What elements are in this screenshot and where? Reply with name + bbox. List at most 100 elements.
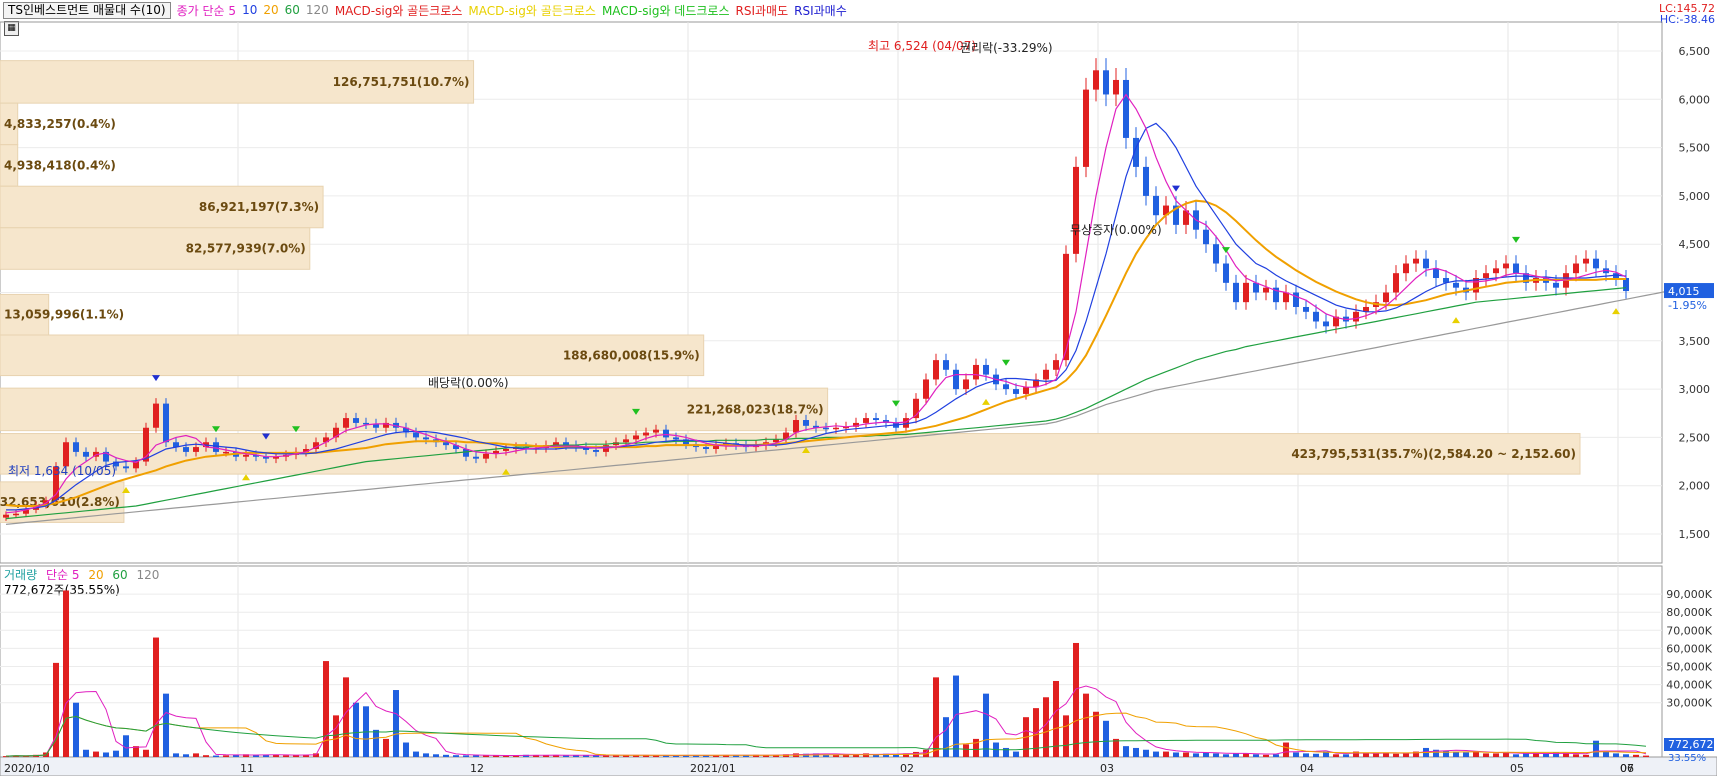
volume-bar bbox=[113, 750, 119, 757]
volume-profile-label: 221,268,023(18.7%) bbox=[687, 402, 824, 416]
volume-bar bbox=[473, 755, 479, 757]
candle bbox=[1563, 273, 1569, 288]
signal-arrow-icon bbox=[122, 486, 130, 493]
candle bbox=[1173, 205, 1179, 225]
candle bbox=[33, 505, 39, 510]
volume-bar bbox=[823, 754, 829, 757]
candle bbox=[253, 454, 259, 457]
candle bbox=[1263, 287, 1269, 293]
volume-bar bbox=[673, 755, 679, 757]
volume-bar bbox=[1273, 754, 1279, 757]
candle bbox=[123, 466, 129, 469]
candle bbox=[1573, 263, 1579, 274]
candle bbox=[43, 500, 49, 506]
candle bbox=[1473, 278, 1479, 293]
volume-bar bbox=[953, 675, 959, 757]
volume-bar bbox=[1353, 751, 1359, 757]
volume-bar bbox=[873, 754, 879, 757]
y-tick-label: 4,000 bbox=[1679, 287, 1711, 300]
candle bbox=[103, 451, 109, 462]
volume-bar bbox=[903, 753, 909, 757]
candle bbox=[443, 442, 449, 446]
candle bbox=[213, 442, 219, 452]
candle bbox=[153, 403, 159, 428]
volume-bar bbox=[1043, 697, 1049, 757]
rights-ex-annotation: 권리락(-33.29%) bbox=[960, 41, 1053, 55]
signal-arrow-icon bbox=[1512, 236, 1520, 243]
candle bbox=[313, 442, 319, 450]
candle bbox=[763, 442, 769, 446]
volume-bar bbox=[783, 754, 789, 757]
volume-bar bbox=[353, 702, 359, 757]
signal-arrow-icon bbox=[802, 447, 810, 454]
stock-chart[interactable]: 2020/10 11 12 2021/01 02 03 04 05 0607 1,500 2,000… bbox=[0, 0, 1717, 776]
volume-bar bbox=[593, 755, 599, 757]
grid-icon[interactable]: ▦ bbox=[4, 21, 19, 36]
volume-bar bbox=[143, 749, 149, 757]
volume-bar bbox=[683, 755, 689, 757]
low-annotation: 최저 1,634 (10/05) bbox=[8, 464, 116, 478]
volume-bar bbox=[1453, 751, 1459, 757]
volume-bar bbox=[1243, 753, 1249, 757]
volume-bar bbox=[323, 661, 329, 757]
volume-bar bbox=[793, 753, 799, 757]
candle bbox=[953, 369, 959, 390]
volume-bar bbox=[933, 677, 939, 757]
candle bbox=[83, 451, 89, 457]
volume-bar bbox=[613, 755, 619, 757]
candle bbox=[1493, 268, 1499, 274]
candle bbox=[1043, 369, 1049, 380]
volume-bar bbox=[1643, 755, 1649, 757]
volume-bar bbox=[1333, 754, 1339, 757]
volume-bar bbox=[373, 729, 379, 757]
volume-bar bbox=[603, 754, 609, 757]
y-tick-label: 1,500 bbox=[1679, 528, 1711, 541]
volume-bar bbox=[1443, 750, 1449, 757]
current-price-box bbox=[1664, 283, 1714, 299]
volume-profile-bar bbox=[0, 185, 324, 229]
y-tick-label: 2,000 bbox=[1679, 480, 1711, 493]
candle bbox=[223, 451, 229, 454]
candle bbox=[473, 456, 479, 459]
volume-bar bbox=[1223, 754, 1229, 757]
candle bbox=[453, 445, 459, 450]
volume-profile-label: 188,680,008(15.9%) bbox=[563, 348, 700, 362]
volume-bar bbox=[853, 754, 859, 757]
legend-item: 20 bbox=[263, 3, 279, 17]
current-volume-label: 772,672 bbox=[1668, 738, 1714, 751]
candle bbox=[1353, 311, 1359, 322]
volume-bar bbox=[643, 755, 649, 757]
legend-item: RSI과매수 bbox=[794, 3, 847, 18]
candle bbox=[533, 448, 539, 450]
x-tick-label: 04 bbox=[1300, 762, 1314, 775]
volume-profile-label: 86,921,197(7.3%) bbox=[199, 200, 319, 214]
volume-bar bbox=[303, 754, 309, 757]
candle bbox=[783, 432, 789, 440]
volume-bar bbox=[1383, 752, 1389, 757]
volume-bar bbox=[1093, 711, 1099, 757]
candle bbox=[653, 429, 659, 433]
candle bbox=[183, 447, 189, 452]
chart-title[interactable]: TS인베스트먼트 매물대 수(10) bbox=[3, 1, 171, 19]
candle bbox=[1503, 263, 1509, 269]
volume-bar bbox=[1253, 754, 1259, 757]
volume-bar bbox=[153, 637, 159, 757]
y-tick-label: 2,500 bbox=[1679, 431, 1711, 444]
candle bbox=[913, 398, 919, 419]
candle bbox=[1013, 389, 1019, 394]
y-tick-label: 3,500 bbox=[1679, 335, 1711, 348]
volume-bar bbox=[173, 753, 179, 757]
candle bbox=[283, 454, 289, 457]
candle bbox=[353, 418, 359, 423]
volume-profile-bar bbox=[0, 334, 705, 377]
volume-bar bbox=[343, 677, 349, 757]
candle bbox=[203, 442, 209, 448]
volume-bar bbox=[973, 738, 979, 757]
candle bbox=[1443, 278, 1449, 283]
volume-bar bbox=[423, 753, 429, 757]
candle bbox=[263, 456, 269, 459]
free-issue-annotation: 무상증자(0.00%) bbox=[1070, 223, 1162, 237]
candle bbox=[1113, 79, 1119, 95]
candle bbox=[303, 449, 309, 452]
candle bbox=[983, 364, 989, 375]
